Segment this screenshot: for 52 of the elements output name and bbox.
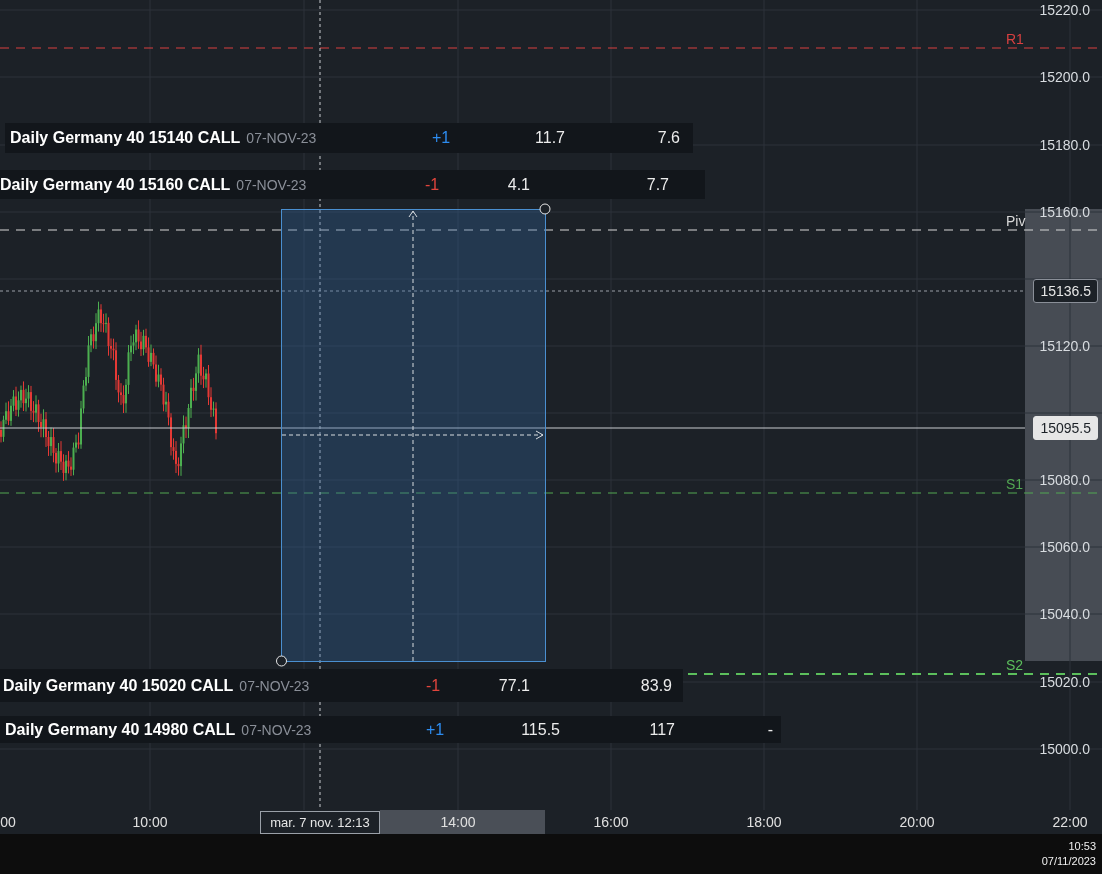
price-label: 15220.0 <box>1039 1 1090 19</box>
time-label: 18:00 <box>746 813 782 831</box>
price-label: 15200.0 <box>1039 68 1090 86</box>
time-label: 10:00 <box>132 813 168 831</box>
option-name: Daily Germany 40 15020 CALL <box>3 676 234 695</box>
crosshair-time-label: mar. 7 nov. 12:13 <box>260 811 380 834</box>
option-row[interactable]: Daily Germany 40 15140 CALL 07-NOV-23 +1 11.7 7.6 <box>5 123 693 153</box>
measure-box[interactable] <box>276 203 551 667</box>
option-row[interactable]: Daily Germany 40 15020 CALL 07-NOV-23 -1 77.1 83.9 <box>0 669 683 702</box>
option-value: - <box>766 720 773 739</box>
price-label: 15040.0 <box>1039 605 1090 623</box>
time-label: 22:00 <box>1052 813 1088 831</box>
position-quantity: +1 <box>424 720 446 739</box>
time-label: 14:00 <box>440 813 476 831</box>
option-value: 117 <box>648 720 675 739</box>
expiry-date: 07-NOV-23 <box>239 677 310 694</box>
clock-time[interactable]: 10:53 <box>1068 840 1096 853</box>
last-price-label: 15095.5 <box>1033 416 1098 440</box>
price-label: 15080.0 <box>1039 471 1090 489</box>
option-value: 11.7 <box>534 129 565 147</box>
price-label: 15180.0 <box>1039 136 1090 154</box>
price-label: 15120.0 <box>1039 337 1090 355</box>
pivot-label: S2 <box>1006 657 1024 673</box>
expiry-date: 07-NOV-23 <box>236 176 307 193</box>
expiry-date: 07-NOV-23 <box>241 721 312 738</box>
price-label: 15060.0 <box>1039 538 1090 556</box>
price-label: 15020.0 <box>1039 673 1090 691</box>
expiry-date: 07-NOV-23 <box>246 130 317 146</box>
option-name: Daily Germany 40 14980 CALL <box>5 720 236 739</box>
option-value: 7.6 <box>656 129 680 147</box>
price-label: 15000.0 <box>1039 740 1090 758</box>
option-name: Daily Germany 40 15140 CALL <box>10 129 241 147</box>
position-quantity: -1 <box>424 676 442 695</box>
time-label: 20:00 <box>899 813 935 831</box>
option-name: Daily Germany 40 15160 CALL <box>0 175 231 194</box>
option-value: 7.7 <box>645 175 669 194</box>
crosshair-price-label: 15136.5 <box>1033 279 1098 303</box>
position-quantity: +1 <box>430 129 452 147</box>
pivot-label: S1 <box>1006 476 1024 492</box>
option-value: 115.5 <box>520 720 560 739</box>
option-value: 83.9 <box>639 676 672 695</box>
option-value: 4.1 <box>506 175 530 194</box>
time-label: 16:00 <box>593 813 629 831</box>
option-row[interactable]: Daily Germany 40 14980 CALL 07-NOV-23 +1 115.5 117 - <box>0 716 781 743</box>
price-label: 15160.0 <box>1039 203 1090 221</box>
pivot-label: Piv <box>1006 213 1026 229</box>
clock-date[interactable]: 07/11/2023 <box>1041 855 1096 868</box>
position-quantity: -1 <box>423 175 441 194</box>
time-label: 00 <box>0 813 16 831</box>
pivot-label: R1 <box>1006 31 1024 47</box>
option-value: 77.1 <box>497 676 530 695</box>
option-row[interactable]: Daily Germany 40 15160 CALL 07-NOV-23 -1 4.1 7.7 <box>0 170 705 199</box>
